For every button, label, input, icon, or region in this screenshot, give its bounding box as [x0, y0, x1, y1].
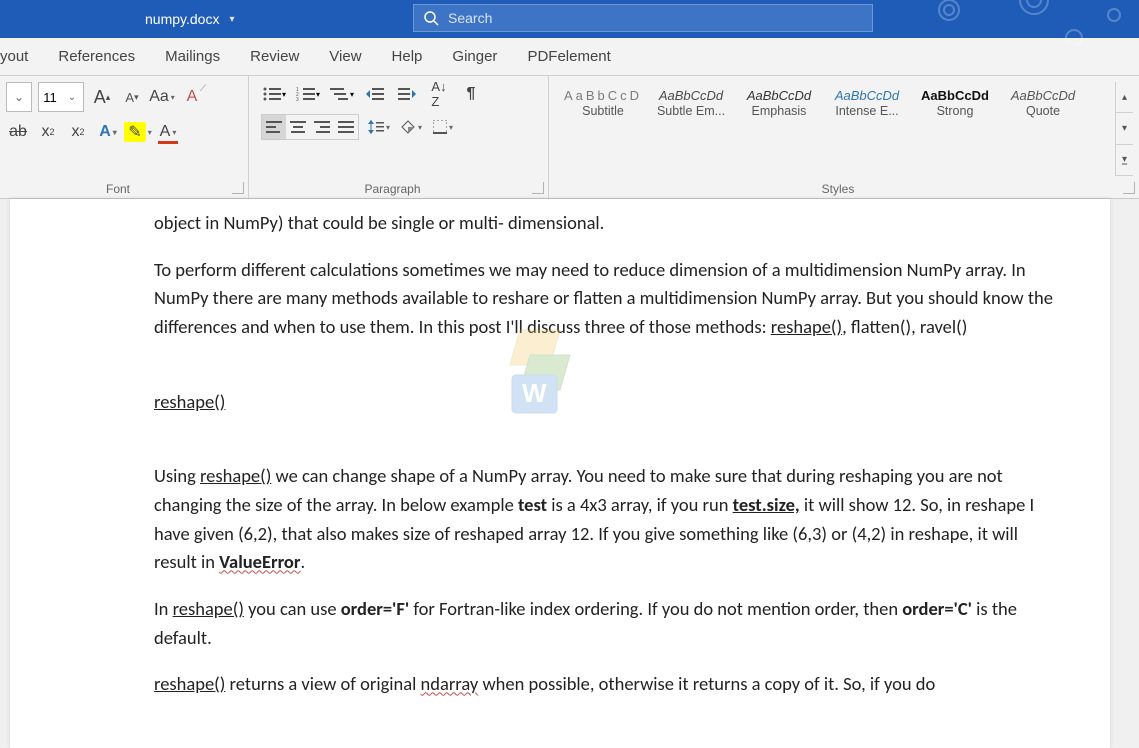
tab-help[interactable]: Help [377, 48, 438, 65]
styles-dialog-launcher[interactable] [1123, 182, 1135, 194]
tab-references[interactable]: References [43, 48, 150, 65]
tab-view[interactable]: View [314, 48, 376, 65]
search-icon [414, 10, 448, 26]
strikethrough-button[interactable]: ab [6, 120, 30, 144]
tab-mailings[interactable]: Mailings [150, 48, 235, 65]
numbering-button[interactable]: 123▾ [295, 83, 321, 105]
group-label-paragraph: Paragraph [249, 182, 536, 196]
subscript-button[interactable]: x2 [36, 120, 60, 144]
styles-group: AaBbCcDSubtitleAaBbCcDdSubtle Em...AaBbC… [549, 76, 1139, 198]
chevron-down-icon[interactable]: ⌄ [61, 92, 83, 103]
increase-indent-button[interactable] [395, 82, 419, 106]
style-item-subtle-em-[interactable]: AaBbCcDd Subtle Em... [647, 86, 735, 120]
bullets-button[interactable]: ▾ [261, 83, 287, 105]
text-effects-button[interactable]: A▾ [96, 120, 120, 144]
highlight-button[interactable]: ✎▾ [126, 120, 150, 144]
group-label-styles: Styles [549, 182, 1127, 196]
title-bar: numpy.docx ▾ [0, 0, 1139, 38]
justify-button[interactable] [334, 115, 358, 139]
font-color-button[interactable]: A▾ [156, 120, 180, 144]
style-name: Intense E... [826, 104, 908, 118]
document-area: object in NumPy) that could be single or… [0, 199, 1139, 748]
style-preview: AaBbCcDd [835, 89, 899, 102]
style-item-subtitle[interactable]: AaBbCcD Subtitle [559, 86, 647, 120]
shading-button[interactable]: ▾ [399, 115, 423, 139]
paragraph-dialog-launcher[interactable] [532, 182, 544, 194]
tab-ginger[interactable]: Ginger [437, 48, 512, 65]
style-item-emphasis[interactable]: AaBbCcDd Emphasis [735, 86, 823, 120]
group-label-font: Font [0, 182, 236, 196]
style-preview: AaBbCcD [564, 89, 642, 102]
paragraph[interactable]: In reshape() you can use order='F' for F… [154, 595, 1056, 652]
gallery-scroll-up[interactable]: ▴ [1116, 82, 1133, 113]
svg-text:3: 3 [296, 97, 299, 102]
decorative-circles [919, 0, 1139, 45]
font-group: ⌄ 11 ⌄ A▴ A▾ Aa▾ A⟋ ab x2 x2 A▾ ✎▾ A▾ Fo… [0, 76, 249, 198]
style-item-strong[interactable]: AaBbCcDd Strong [911, 86, 999, 120]
shrink-font-button[interactable]: A▾ [120, 85, 144, 109]
align-left-button[interactable] [262, 115, 286, 139]
paragraph[interactable]: reshape() returns a view of original nda… [154, 670, 1056, 699]
filename: numpy.docx [145, 11, 219, 27]
style-gallery: AaBbCcDSubtitleAaBbCcDdSubtle Em...AaBbC… [555, 82, 1115, 176]
font-size-value: 11 [39, 90, 61, 105]
search-box[interactable] [413, 4, 873, 32]
paragraph[interactable]: Using reshape() we can change shape of a… [154, 462, 1056, 577]
grow-font-button[interactable]: A▴ [90, 85, 114, 109]
gallery-scroll: ▴ ▾ ▾̲ [1115, 82, 1133, 176]
style-name: Quote [1002, 104, 1084, 118]
gallery-expand[interactable]: ▾̲ [1116, 145, 1133, 176]
tab-pdfelement[interactable]: PDFelement [512, 48, 625, 65]
align-center-button[interactable] [286, 115, 310, 139]
document-title[interactable]: numpy.docx ▾ [145, 11, 234, 27]
borders-button[interactable]: ▾ [431, 115, 455, 139]
gallery-scroll-down[interactable]: ▾ [1116, 113, 1133, 144]
paragraph-group: ▾ 123▾ ▾ A↓Z ¶ ▾ ▾ ▾ Paragraph [249, 76, 549, 198]
show-paragraph-marks-button[interactable]: ¶ [459, 82, 483, 106]
multilevel-list-button[interactable]: ▾ [329, 83, 355, 105]
style-preview: AaBbCcDd [1011, 89, 1075, 102]
style-preview: AaBbCcDd [921, 89, 989, 102]
font-dialog-launcher[interactable] [232, 182, 244, 194]
paragraph[interactable]: object in NumPy) that could be single or… [154, 209, 1056, 238]
document-page[interactable]: object in NumPy) that could be single or… [10, 199, 1110, 748]
style-preview: AaBbCcDd [747, 89, 811, 102]
clear-formatting-button[interactable]: A⟋ [180, 85, 204, 109]
style-item-intense-e-[interactable]: AaBbCcDd Intense E... [823, 86, 911, 120]
style-name: Subtle Em... [650, 104, 732, 118]
font-size-box[interactable]: 11 ⌄ [38, 82, 84, 112]
style-name: Emphasis [738, 104, 820, 118]
ribbon: ⌄ 11 ⌄ A▴ A▾ Aa▾ A⟋ ab x2 x2 A▾ ✎▾ A▾ Fo… [0, 76, 1139, 199]
tab-review[interactable]: Review [235, 48, 314, 65]
change-case-button[interactable]: Aa▾ [150, 85, 174, 109]
tab-layout[interactable]: yout [0, 48, 43, 65]
style-preview: AaBbCcDd [659, 89, 723, 102]
decrease-indent-button[interactable] [363, 82, 387, 106]
heading[interactable]: reshape() [154, 388, 1056, 417]
superscript-button[interactable]: x2 [66, 120, 90, 144]
font-family-dropdown[interactable]: ⌄ [6, 82, 32, 112]
line-spacing-button[interactable]: ▾ [367, 115, 391, 139]
style-item-quote[interactable]: AaBbCcDd Quote [999, 86, 1087, 120]
sort-button[interactable]: A↓Z [427, 82, 451, 106]
style-name: Subtitle [562, 104, 644, 118]
style-name: Strong [914, 104, 996, 118]
search-input[interactable] [448, 10, 872, 26]
paragraph[interactable]: To perform different calculations someti… [154, 256, 1056, 342]
align-right-button[interactable] [310, 115, 334, 139]
chevron-down-icon[interactable]: ▾ [229, 14, 234, 25]
